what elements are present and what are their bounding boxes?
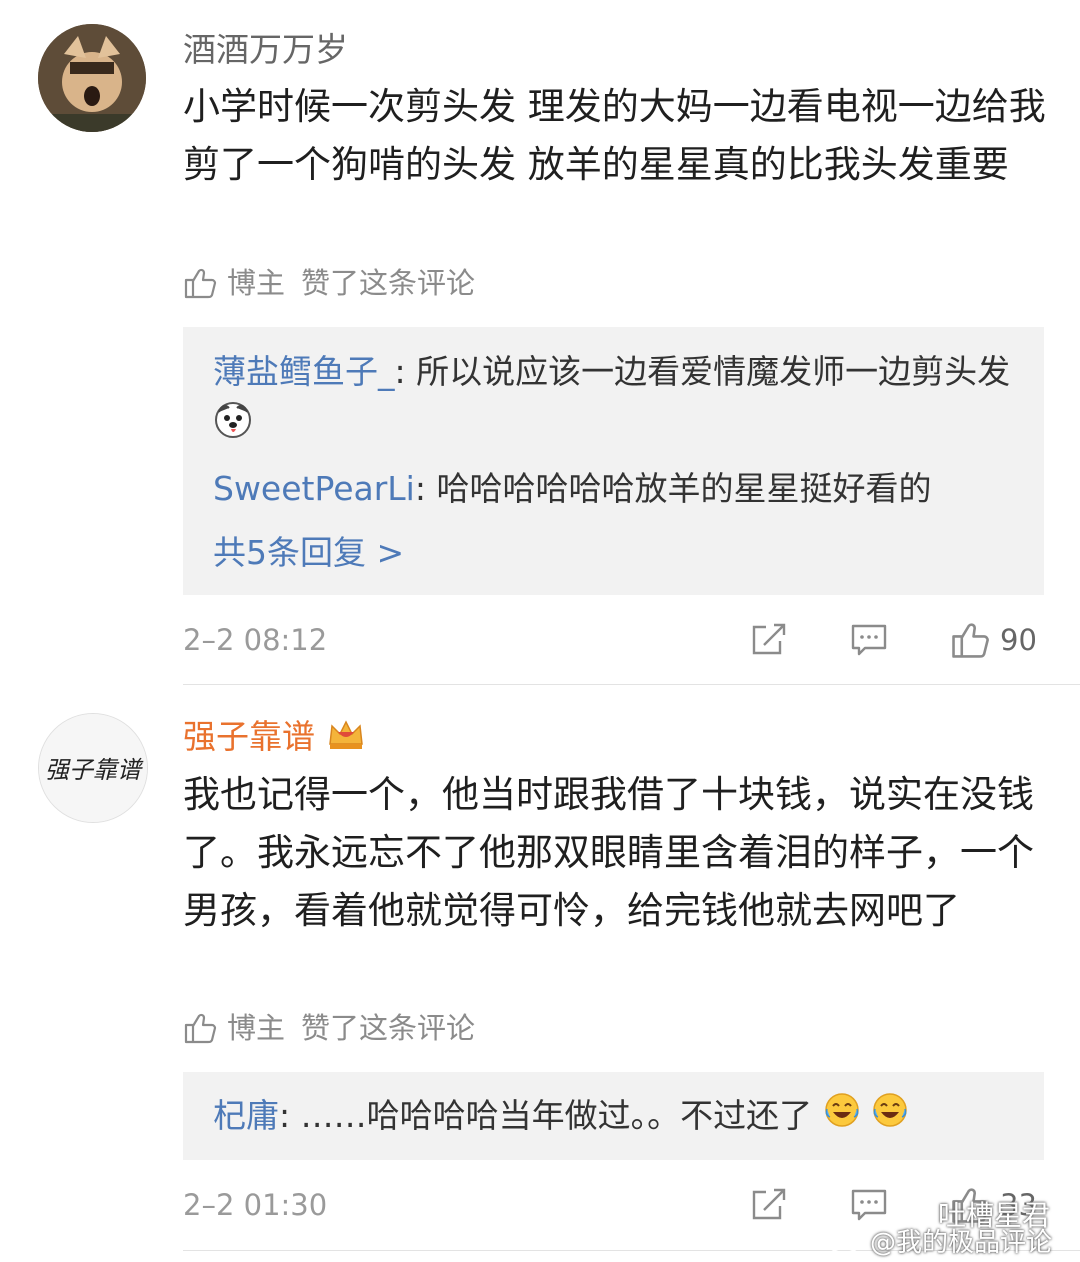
weibo-icon [828, 1228, 864, 1254]
reply-box[interactable]: 薄盐鳕鱼子_: 所以说应该一边看爱情魔发师一边剪头发 SweetPearLi: … [183, 327, 1044, 595]
timestamp: 2–2 08:12 [183, 623, 328, 657]
reply-text: ……哈哈哈哈当年做过。。不过还了 [300, 1096, 813, 1135]
thumbs-up-icon [184, 1013, 217, 1044]
dog-face-icon [213, 400, 253, 456]
avatar[interactable]: 强子靠谱 [38, 713, 148, 823]
author-liked-row: 博主 赞了这条评论 [183, 1010, 475, 1046]
reply-item[interactable]: 薄盐鳕鱼子_: 所以说应该一边看爱情魔发师一边剪头发 [213, 345, 1023, 456]
weibo-watermark: @我的极品评论 [828, 1222, 1052, 1259]
liked-text: 赞了这条评论 [301, 266, 476, 300]
username-text: 强子靠谱 [183, 717, 315, 756]
repost-button[interactable] [750, 618, 788, 662]
username[interactable]: 酒酒万万岁 [183, 30, 348, 70]
comment-text: 我也记得一个，他当时跟我借了十块钱，说实在没钱了。我永远忘不了他那双眼睛里含着泪… [183, 773, 1034, 932]
liked-by: 博主 [227, 266, 286, 300]
reply-box[interactable]: 杞庸: ……哈哈哈哈当年做过。。不过还了 [183, 1072, 1044, 1160]
thumbs-up-icon [952, 623, 989, 658]
reply-item[interactable]: 杞庸: ……哈哈哈哈当年做过。。不过还了 [213, 1089, 1023, 1145]
reply-username[interactable]: SweetPearLi [213, 469, 415, 508]
crown-badge-icon [326, 716, 366, 761]
divider [183, 684, 1080, 685]
repost-icon [752, 1188, 786, 1220]
laugh-cry-icon [823, 1091, 861, 1145]
avatar[interactable] [38, 24, 146, 132]
reply-item[interactable]: SweetPearLi: 哈哈哈哈哈哈放羊的星星挺好看的 [213, 462, 1023, 516]
reply-username[interactable]: 杞庸 [213, 1096, 279, 1135]
avatar-text: 强子靠谱 [45, 756, 144, 784]
comment-button[interactable] [850, 1183, 888, 1227]
weibo-account: @我的极品评论 [870, 1228, 1053, 1258]
comment-button[interactable] [850, 618, 888, 662]
timestamp: 2–2 01:30 [183, 1188, 328, 1222]
like-count: 90 [1000, 623, 1037, 657]
like-button[interactable]: 90 [950, 618, 1037, 662]
laugh-cry-icon [871, 1091, 909, 1145]
more-replies-link[interactable]: 共5条回复 > [213, 533, 404, 573]
comment-icon [851, 624, 887, 656]
reply-username[interactable]: 薄盐鳕鱼子_ [213, 352, 395, 391]
username[interactable]: 强子靠谱 [183, 716, 366, 761]
comment-footer: 2–2 08:12 90 [183, 618, 1044, 662]
repost-button[interactable] [750, 1183, 788, 1227]
repost-icon [752, 623, 786, 655]
comment-icon [851, 1189, 887, 1221]
author-liked-row: 博主 赞了这条评论 [183, 265, 475, 301]
thumbs-up-icon [184, 268, 217, 299]
comment-text: 小学时候一次剪头发 理发的大妈一边看电视一边给我剪了一个狗啃的头发 放羊的星星真… [183, 85, 1046, 186]
reply-text: 哈哈哈哈哈哈放羊的星星挺好看的 [436, 469, 932, 508]
liked-text: 赞了这条评论 [301, 1011, 476, 1045]
liked-by: 博主 [227, 1011, 286, 1045]
reply-text: 所以说应该一边看爱情魔发师一边剪头发 [416, 352, 1011, 391]
